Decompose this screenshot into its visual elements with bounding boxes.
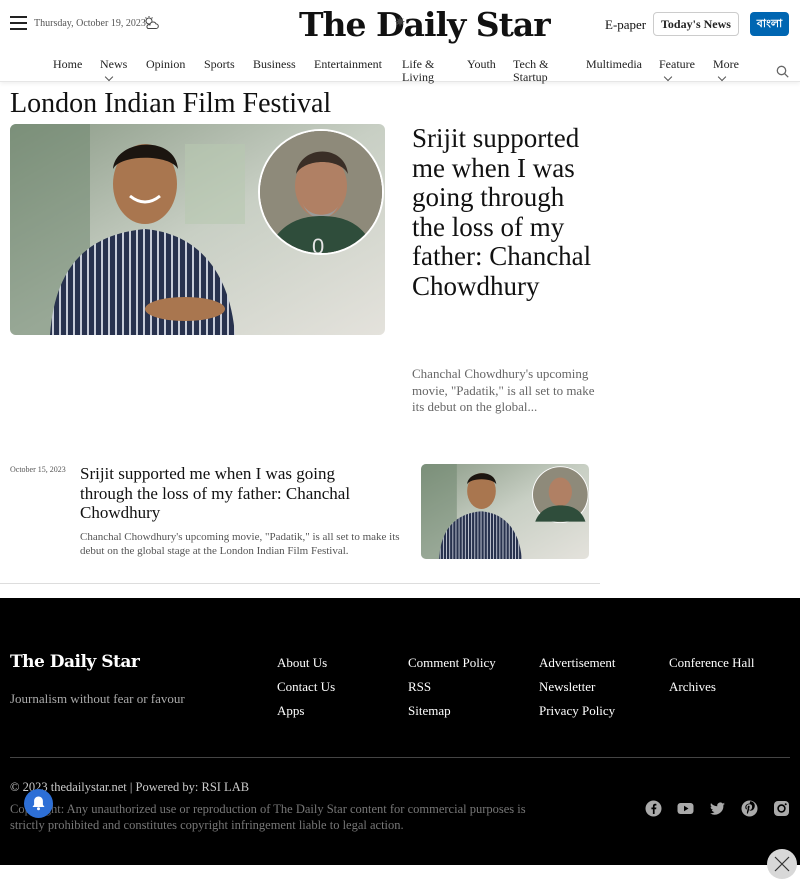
hero-headline[interactable]: Srijit supported me when I was going thr…	[412, 123, 602, 301]
main-nav: Home News Opinion Sports Business Entertainme…	[0, 56, 800, 84]
epaper-link[interactable]: E-paper	[605, 17, 646, 33]
site-footer: The Daily Star Journalism without fear o…	[0, 598, 800, 865]
facebook-icon[interactable]	[645, 800, 662, 817]
nav-item-label: Youth	[467, 57, 496, 71]
nav-item-youth[interactable]: Youth	[467, 58, 499, 71]
article-date: October 15, 2023	[10, 465, 66, 474]
nav-item-news[interactable]: News	[100, 57, 128, 82]
article-summary: Chanchal Chowdhury's upcoming movie, "Pa…	[80, 531, 400, 557]
nav-item-label: Opinion	[146, 57, 186, 71]
star-logo-icon: ✷	[395, 15, 405, 29]
menu-icon[interactable]	[10, 16, 27, 30]
nav-item-more[interactable]: More	[713, 57, 743, 82]
twitter-icon[interactable]	[709, 800, 726, 817]
footer-legal: Copyright: Any unauthorized use or repro…	[10, 802, 526, 832]
nav-item-opinion[interactable]: Opinion	[146, 58, 188, 71]
site-logo[interactable]: The Daily Star ✷	[299, 4, 551, 46]
site-header: Thursday, October 19, 2023 The Daily Sta…	[0, 0, 800, 84]
footer-logo[interactable]: The Daily Star	[10, 652, 140, 672]
article-thumbnail[interactable]	[421, 464, 589, 559]
instagram-icon[interactable]	[773, 800, 790, 817]
nav-item-label: Business	[253, 57, 296, 71]
footer-link-newsletter[interactable]: Newsletter	[539, 679, 595, 695]
youtube-icon[interactable]	[677, 800, 694, 817]
nav-item-label: Life & Living	[402, 57, 435, 84]
search-icon[interactable]	[776, 65, 789, 78]
weather-icon	[144, 16, 159, 29]
footer-link-apps[interactable]: Apps	[277, 703, 304, 719]
nav-item-multimedia[interactable]: Multimedia	[586, 58, 644, 71]
nav-item-label: Sports	[204, 57, 235, 71]
page-title: London Indian Film Festival	[10, 88, 332, 119]
nav-item-label: Feature	[659, 57, 695, 71]
hero-image[interactable]: 0	[10, 124, 385, 335]
site-logo-text: The Daily Star	[299, 5, 551, 44]
notification-bell-button[interactable]	[24, 789, 53, 818]
hero-photo: 0	[10, 124, 385, 335]
nav-item-feature[interactable]: Feature	[659, 57, 697, 82]
todays-news-button[interactable]: Today's News	[653, 12, 739, 36]
article-photo	[421, 464, 589, 559]
footer-link-comment-policy[interactable]: Comment Policy	[408, 655, 496, 671]
pinterest-icon[interactable]	[741, 800, 758, 817]
footer-link-rss[interactable]: RSS	[408, 679, 431, 695]
bell-icon	[32, 796, 45, 811]
close-icon	[774, 856, 790, 872]
footer-tagline: Journalism without fear or favour	[10, 691, 185, 706]
nav-item-label: Multimedia	[586, 57, 642, 71]
footer-link-contact[interactable]: Contact Us	[277, 679, 335, 695]
nav-item-entertainment[interactable]: Entertainment	[314, 58, 388, 71]
nav-item-label: Entertainment	[314, 57, 382, 71]
footer-link-conference[interactable]: Conference Hall	[669, 655, 755, 671]
nav-item-tech-startup[interactable]: Tech & Startup	[513, 58, 557, 84]
chevron-down-icon	[663, 72, 673, 82]
nav-item-label: Home	[53, 57, 83, 71]
nav-item-business[interactable]: Business	[253, 58, 299, 71]
content-divider	[0, 583, 600, 584]
bangla-button[interactable]: বাংলা	[750, 12, 789, 36]
nav-item-label: News	[100, 57, 128, 71]
footer-link-sitemap[interactable]: Sitemap	[408, 703, 451, 719]
footer-divider	[10, 757, 790, 758]
nav-item-sports[interactable]: Sports	[204, 58, 238, 71]
footer-link-advertisement[interactable]: Advertisement	[539, 655, 616, 671]
chevron-down-icon	[717, 72, 727, 82]
footer-link-archives[interactable]: Archives	[669, 679, 716, 695]
chevron-down-icon	[104, 72, 114, 82]
hero-summary: Chanchal Chowdhury's upcoming movie, "Pa…	[412, 366, 595, 414]
nav-item-home[interactable]: Home	[53, 58, 85, 71]
nav-item-label: Tech & Startup	[513, 57, 549, 84]
header-date: Thursday, October 19, 2023	[34, 18, 146, 29]
nav-item-life-living[interactable]: Life & Living	[402, 58, 442, 84]
footer-link-about[interactable]: About Us	[277, 655, 327, 671]
article-headline[interactable]: Srijit supported me when I was going thr…	[80, 464, 390, 523]
footer-link-privacy[interactable]: Privacy Policy	[539, 703, 615, 719]
close-ad-button[interactable]	[767, 849, 797, 879]
nav-item-label: More	[713, 57, 739, 71]
